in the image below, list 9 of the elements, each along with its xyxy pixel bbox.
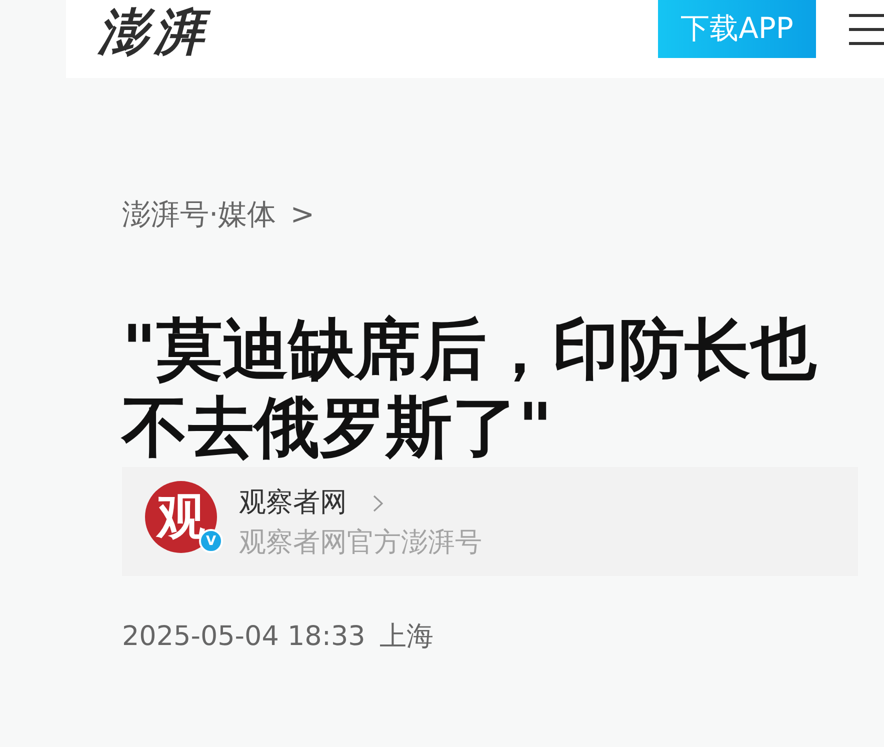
breadcrumb-link[interactable]: 澎湃号·媒体 >	[122, 194, 315, 234]
article-title: "莫迪缺席后，印防长也不去俄罗斯了"	[122, 311, 818, 467]
menu-icon[interactable]	[849, 13, 884, 46]
site-logo[interactable]: 澎湃	[98, 4, 210, 60]
chevron-right-icon[interactable]	[373, 494, 383, 512]
publish-time: 2025-05-04 18:33	[122, 620, 366, 654]
author-description: 观察者网官方澎湃号	[239, 526, 482, 560]
author-name[interactable]: 观察者网	[239, 485, 347, 521]
publish-location: 上海	[379, 620, 434, 654]
